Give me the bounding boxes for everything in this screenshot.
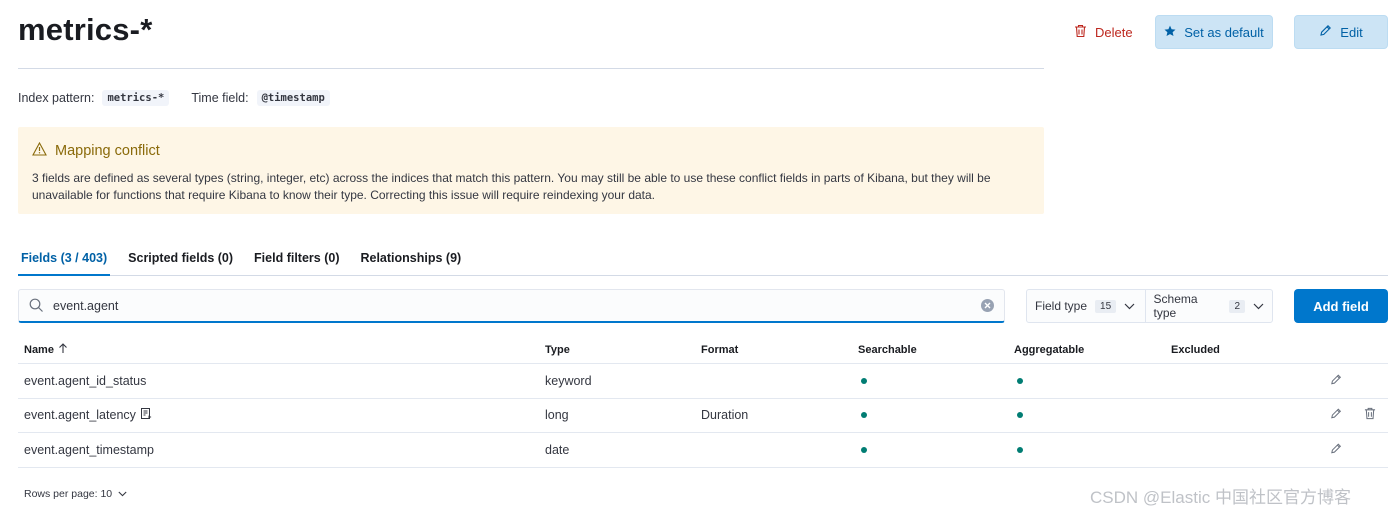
field-type: date [545, 442, 570, 457]
rows-per-page-label: Rows per page: 10 [24, 488, 113, 500]
edit-field-button[interactable] [1330, 442, 1342, 457]
field-type-label: Field type [1035, 299, 1088, 313]
tab-relationships[interactable]: Relationships (9) [357, 244, 464, 276]
table-row: event.agent_latency long Duration [18, 399, 1388, 433]
callout-body: 3 fields are defined as several types (s… [32, 171, 991, 202]
field-name-cell: event.agent_latency [24, 407, 153, 423]
field-type: long [545, 408, 569, 423]
edit-field-button[interactable] [1330, 408, 1342, 423]
aggregatable-indicator [1014, 377, 1023, 384]
fields-table: Name Type Format Searchable Aggregatable… [18, 336, 1388, 468]
page-title: metrics-* [18, 12, 153, 47]
filter-group: Field type 15 Schema type 2 [1026, 289, 1273, 323]
pencil-icon [1330, 408, 1342, 423]
table-row: event.agent_timestamp date [18, 433, 1388, 468]
delete-button[interactable]: Delete [1070, 15, 1137, 49]
chevron-down-icon [118, 488, 127, 500]
index-pattern-label: Index pattern: [18, 91, 95, 105]
tab-field-filters[interactable]: Field filters (0) [251, 244, 342, 276]
header-divider [18, 68, 1044, 69]
set-default-button[interactable]: Set as default [1155, 15, 1273, 49]
chevron-down-icon [1253, 299, 1264, 313]
callout-header: Mapping conflict [32, 141, 1030, 160]
aggregatable-indicator [1014, 412, 1023, 419]
time-field-label: Time field: [191, 91, 249, 105]
field-type-count: 15 [1095, 299, 1117, 313]
delete-field-button[interactable] [1364, 407, 1376, 423]
table-header-row: Name Type Format Searchable Aggregatable… [18, 336, 1388, 364]
search-input[interactable] [53, 298, 953, 313]
column-header-name[interactable]: Name [24, 342, 68, 357]
trash-icon [1364, 407, 1376, 423]
set-default-label: Set as default [1184, 24, 1264, 40]
add-field-button[interactable]: Add field [1294, 289, 1388, 323]
column-header-searchable: Searchable [858, 343, 917, 356]
searchable-indicator [858, 446, 867, 453]
delete-label: Delete [1095, 24, 1133, 40]
field-name: event.agent_timestamp [24, 442, 154, 457]
column-name-label: Name [24, 343, 54, 356]
table-row: event.agent_id_status keyword [18, 364, 1388, 399]
pencil-icon [1319, 24, 1332, 40]
tab-fields[interactable]: Fields (3 / 403) [18, 244, 111, 276]
column-header-format: Format [701, 343, 739, 356]
tab-scripted-fields[interactable]: Scripted fields (0) [125, 244, 236, 276]
field-format: Duration [701, 408, 749, 423]
warning-icon [32, 141, 47, 160]
rows-per-page-selector[interactable]: Rows per page: 10 [24, 488, 127, 500]
watermark: CSDN @Elastic 中国社区官方博客 [1090, 488, 1351, 507]
field-name: event.agent_id_status [24, 373, 147, 388]
column-header-type: Type [545, 343, 570, 356]
edit-field-button[interactable] [1330, 373, 1342, 388]
column-header-aggregatable: Aggregatable [1014, 343, 1085, 356]
trash-icon [1074, 24, 1087, 41]
aggregatable-indicator [1014, 446, 1023, 453]
column-header-excluded: Excluded [1171, 343, 1220, 356]
field-type: keyword [545, 373, 592, 388]
clear-icon[interactable] [980, 298, 995, 313]
callout-title: Mapping conflict [55, 143, 160, 159]
chevron-down-icon [1124, 299, 1135, 313]
time-field-badge: @timestamp [256, 90, 330, 106]
searchable-indicator [858, 412, 867, 419]
schema-type-filter[interactable]: Schema type 2 [1144, 290, 1272, 322]
index-pattern-badge: metrics-* [102, 90, 170, 106]
script-icon [140, 407, 153, 423]
schema-type-label: Schema type [1153, 292, 1198, 320]
search-icon [29, 298, 44, 313]
search-box [18, 289, 1005, 323]
field-type-filter[interactable]: Field type 15 [1027, 290, 1145, 322]
edit-button[interactable]: Edit [1294, 15, 1388, 49]
field-name: event.agent_latency [24, 408, 136, 423]
edit-label: Edit [1340, 24, 1363, 40]
pattern-meta: Index pattern: metrics-* Time field: @ti… [18, 90, 330, 106]
mapping-conflict-callout: Mapping conflict 3 fields are defined as… [18, 127, 1044, 214]
schema-type-count: 2 [1229, 299, 1245, 313]
star-icon [1164, 25, 1176, 40]
searchable-indicator [858, 377, 867, 384]
pencil-icon [1330, 442, 1342, 457]
sort-ascending-icon [58, 342, 68, 357]
tabs: Fields (3 / 403) Scripted fields (0) Fie… [18, 244, 1388, 276]
pencil-icon [1330, 373, 1342, 388]
